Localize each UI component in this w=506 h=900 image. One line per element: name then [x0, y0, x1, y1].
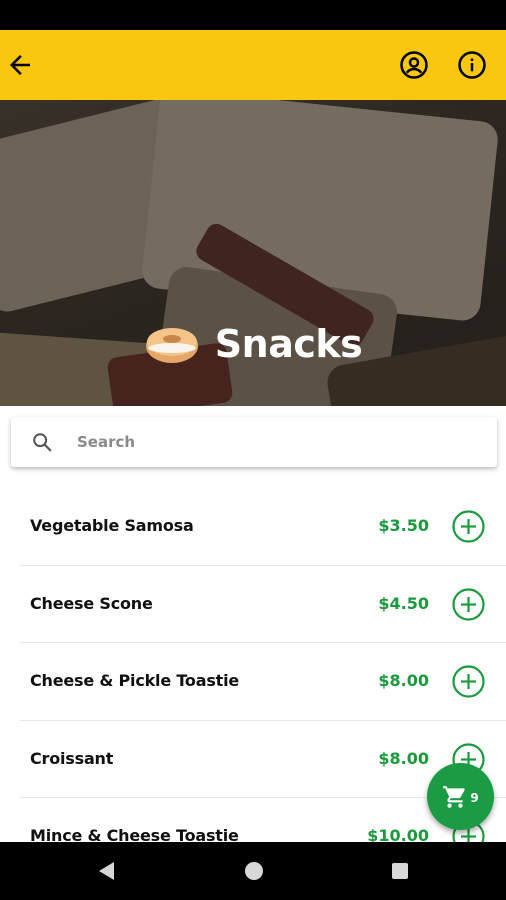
item-name: Cheese Scone — [30, 593, 153, 613]
add-circle-icon[interactable] — [452, 665, 485, 698]
category-title-text: Snacks — [214, 322, 363, 366]
nav-home-circle-icon — [245, 862, 263, 880]
add-circle-icon[interactable] — [452, 510, 485, 543]
nav-back-button[interactable] — [93, 858, 119, 884]
item-name: Cheese & Pickle Toastie — [30, 671, 240, 690]
account-circle-icon — [400, 51, 428, 79]
app-bar — [0, 30, 506, 100]
info-icon — [458, 51, 486, 79]
bagel-icon — [145, 328, 198, 363]
item-price: $8.00 — [378, 748, 429, 768]
menu-item[interactable]: Vegetable Samosa $3.50 — [20, 488, 506, 566]
search-bar[interactable] — [11, 417, 497, 467]
cart-button[interactable]: 9 — [427, 763, 494, 830]
search-input[interactable] — [77, 427, 457, 457]
menu-item[interactable]: Cheese Scone $4.50 — [20, 566, 506, 643]
item-price: $8.00 — [378, 671, 429, 690]
search-icon — [33, 433, 52, 452]
account-button[interactable] — [394, 45, 434, 85]
system-nav-bar — [0, 842, 506, 900]
item-name: Croissant — [30, 748, 114, 768]
category-title: Snacks — [0, 322, 506, 366]
menu-item[interactable]: Cheese & Pickle Toastie $8.00 — [20, 643, 506, 721]
status-bar — [0, 0, 506, 30]
cart-count-badge: 9 — [470, 790, 479, 805]
item-price: $4.50 — [378, 593, 429, 613]
nav-recent-button[interactable] — [387, 858, 413, 884]
nav-recent-square-icon — [392, 863, 408, 879]
menu-list: Vegetable Samosa $3.50 Cheese Scone $4.5… — [20, 488, 506, 876]
cart-icon — [443, 785, 466, 808]
item-price: $3.50 — [378, 516, 429, 535]
info-button[interactable] — [452, 45, 492, 85]
add-circle-icon[interactable] — [452, 587, 485, 621]
category-hero-image: Snacks — [0, 100, 506, 406]
item-name: Vegetable Samosa — [30, 516, 194, 535]
arrow-back-icon — [10, 55, 30, 75]
nav-back-triangle-icon — [99, 862, 114, 880]
nav-home-button[interactable] — [241, 858, 267, 884]
back-button[interactable] — [0, 45, 40, 85]
